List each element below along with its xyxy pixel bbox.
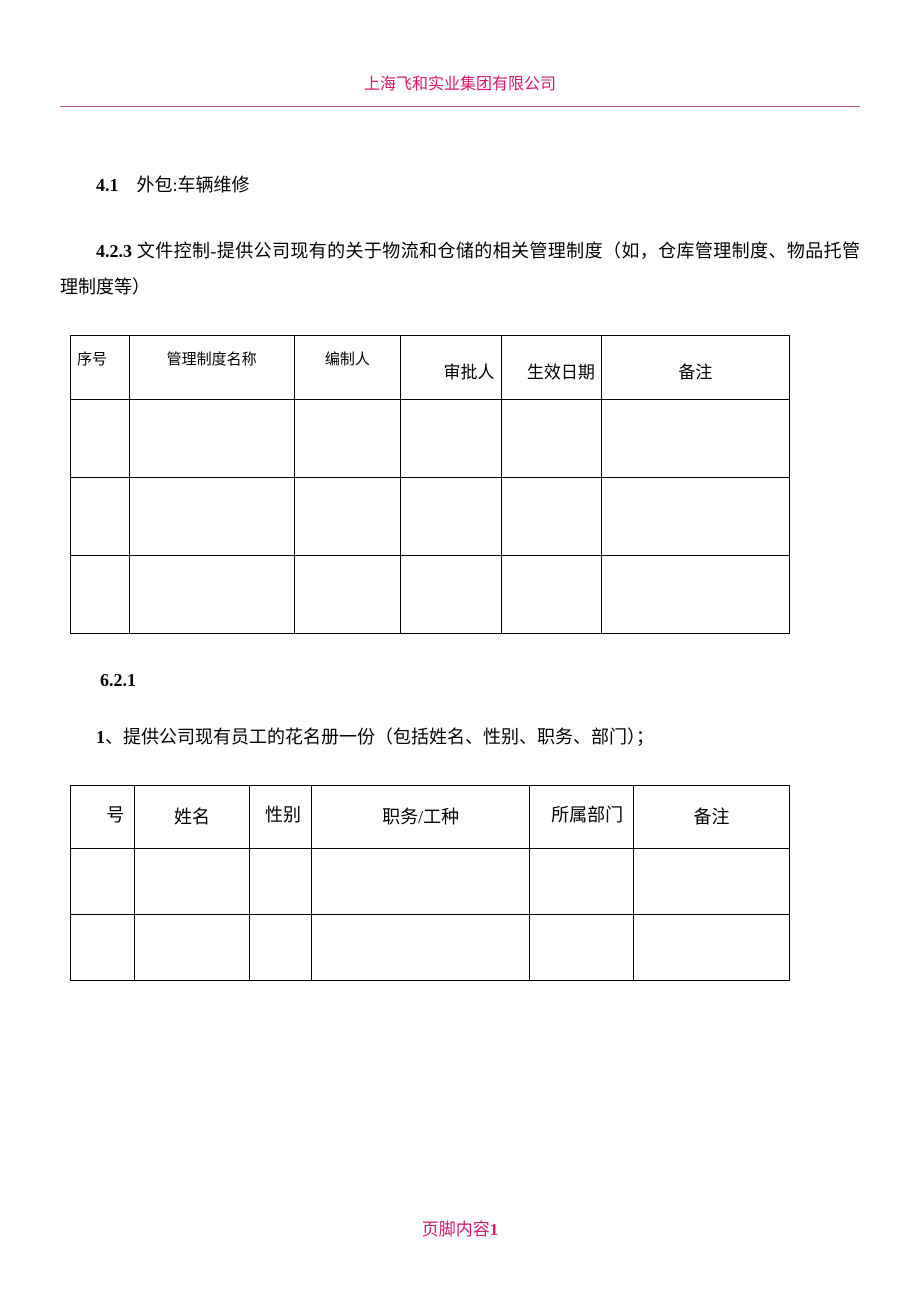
roster-num: 1 (96, 727, 105, 747)
th-approver: 审批人 (401, 336, 501, 400)
company-name: 上海飞和实业集团有限公司 (364, 76, 556, 93)
table-row (71, 556, 790, 634)
table-header-row: 号 姓名 性别 职务/工种 所属部门 备注 (71, 786, 790, 848)
table-row (71, 914, 790, 980)
section-4-1-text: 车辆维修 (178, 175, 250, 195)
th-name: 姓名 (135, 786, 249, 848)
th-seq: 序号 (71, 336, 130, 400)
employee-roster-table: 号 姓名 性别 职务/工种 所属部门 备注 (70, 785, 790, 980)
th-position: 职务/工种 (312, 786, 530, 848)
section-4-1-num: 4.1 (96, 175, 119, 195)
section-4-2-3-num: 4.2.3 (96, 241, 132, 261)
management-system-table: 序号 管理制度名称 编制人 审批人 生效日期 备注 (70, 335, 790, 634)
page-header: 上海飞和实业集团有限公司 (60, 70, 860, 107)
section-4-2-3-label: 文件控制- (132, 241, 216, 261)
footer-text: 页脚内容 (422, 1220, 490, 1239)
footer-page-number: 1 (490, 1220, 499, 1239)
table-row (71, 478, 790, 556)
section-4-1-sep (119, 175, 137, 195)
roster-text: 、提供公司现有员工的花名册一份（包括姓名、性别、职务、部门）； (105, 727, 654, 747)
th-effective-date: 生效日期 (501, 336, 601, 400)
section-4-1-label: 外包: (137, 175, 178, 195)
table-header-row: 序号 管理制度名称 编制人 审批人 生效日期 备注 (71, 336, 790, 400)
th-seq: 号 (71, 786, 135, 848)
section-6-2-1: 6.2.1 (100, 670, 860, 691)
th-department: 所属部门 (530, 786, 634, 848)
section-4-1: 4.1 外包:车辆维修 (60, 167, 860, 203)
page-footer: 页脚内容1 (0, 1215, 920, 1240)
table-row (71, 848, 790, 914)
th-remark: 备注 (634, 786, 790, 848)
section-4-2-3: 4.2.3 文件控制-提供公司现有的关于物流和仓储的相关管理制度（如，仓库管理制… (60, 233, 860, 305)
th-name: 管理制度名称 (129, 336, 294, 400)
th-gender: 性别 (249, 786, 311, 848)
th-remark: 备注 (601, 336, 789, 400)
table-row (71, 400, 790, 478)
th-editor: 编制人 (294, 336, 401, 400)
roster-paragraph: 1、提供公司现有员工的花名册一份（包括姓名、性别、职务、部门）； (60, 719, 860, 755)
